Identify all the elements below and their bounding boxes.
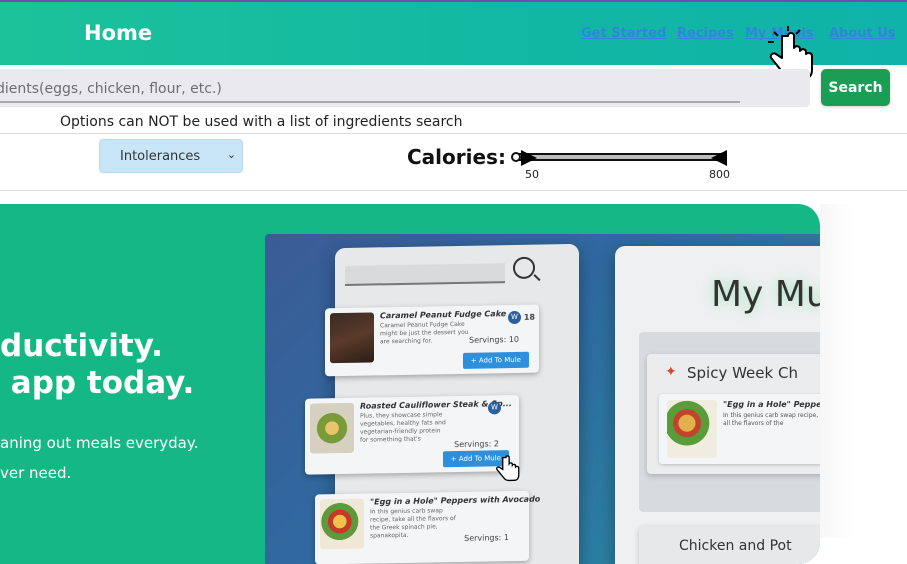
intolerances-select-value: Intolerances <box>120 149 201 164</box>
peppers-image <box>320 498 364 550</box>
card-servings: Servings: 10 <box>469 334 519 345</box>
ingredients-search-input[interactable] <box>0 77 740 103</box>
slider-track-end <box>511 152 521 162</box>
hand-pointer-icon <box>496 455 520 482</box>
cauliflower-image <box>310 402 354 454</box>
search-row: Search <box>0 67 907 111</box>
preview-meal-card-2: Chicken and Pot <box>639 526 820 564</box>
preview-meal-recipe-title: "Egg in a Hole" Peppers w <box>723 400 820 409</box>
chevron-down-icon: ⌄ <box>226 148 236 161</box>
card-desc: Plus, they showcase simple vegetables, h… <box>360 411 446 444</box>
nav-link-get-started[interactable]: Get Started <box>581 26 666 41</box>
card-desc: Caramel Peanut Fudge Cake might be just … <box>380 320 469 346</box>
nav-link-recipes[interactable]: Recipes <box>677 26 734 41</box>
nav-brand-home[interactable]: Home <box>84 21 152 45</box>
card-servings: Servings: 2 <box>454 439 499 450</box>
preview-recipe-card: Roasted Cauliflower Steak & Sp... Plus, … <box>305 394 519 475</box>
slider-track <box>515 153 725 161</box>
intolerances-select[interactable]: Intolerances ⌄ <box>99 139 243 173</box>
navbar: Home Get Started Recipes My Meals About … <box>0 2 907 80</box>
preview-recipe-card: Caramel Peanut Fudge Cake Caramel Peanut… <box>325 304 539 377</box>
brand-badge-icon: W <box>488 401 501 415</box>
preview-meal-list: ✦ Spicy Week Ch "Egg in a Hole" Peppers … <box>639 332 820 512</box>
preview-meal-card: ✦ Spicy Week Ch "Egg in a Hole" Peppers … <box>647 354 820 474</box>
calories-range-slider[interactable] <box>511 150 728 166</box>
search-icon <box>513 256 535 280</box>
search-box <box>0 69 810 107</box>
nav-link-about-us[interactable]: About Us <box>829 26 896 41</box>
chili-pepper-icon: ✦ <box>665 364 677 380</box>
cake-image <box>330 312 374 364</box>
card-count: 18 <box>523 312 535 322</box>
app-preview-image: Caramel Peanut Fudge Cake Caramel Peanut… <box>265 234 820 564</box>
preview-meal-recipe-desc: In this genius carb swap recipe, take al… <box>723 412 820 427</box>
card-title: "Egg in a Hole" Peppers with Avocado <box>370 494 541 507</box>
calories-min-value: 50 <box>525 168 539 181</box>
calories-label: Calories: <box>407 145 506 169</box>
preview-meal-card-2-title: Chicken and Pot <box>679 538 792 554</box>
hero-headline-line1: ductivity. <box>0 328 163 364</box>
preview-search-panel: Caramel Peanut Fudge Cake Caramel Peanut… <box>305 243 579 564</box>
hero-section: ductivity. app today. aning out meals ev… <box>0 204 820 564</box>
search-button[interactable]: Search <box>821 69 890 106</box>
hero-body-line2: ver need. <box>0 464 72 482</box>
preview-search-bar <box>345 263 505 286</box>
preview-meal-card-title: Spicy Week Ch <box>687 364 798 382</box>
preview-my-meals-panel: My Mul ✦ Spicy Week Ch "Egg in a Hole" P… <box>615 246 820 564</box>
hero-body-line1: aning out meals everyday. <box>0 434 199 452</box>
add-to-mule-button: + Add To Mule <box>462 351 529 369</box>
slider-max-handle[interactable] <box>711 150 727 166</box>
options-note: Options can NOT be used with a list of i… <box>60 114 463 130</box>
peppers-image <box>667 400 717 458</box>
brand-badge-icon: W <box>508 310 521 325</box>
preview-recipe-card: "Egg in a Hole" Peppers with Avocado In … <box>315 490 540 564</box>
card-title: Caramel Peanut Fudge Cake <box>380 309 507 321</box>
hero-headline: ductivity. app today. <box>0 328 194 402</box>
card-desc: In this genius carb swap recipe, take al… <box>370 507 456 540</box>
page-right-gutter <box>820 204 907 538</box>
preview-my-meals-title: My Mul <box>711 274 820 315</box>
hero-headline-line2: app today. <box>0 365 195 401</box>
preview-meal-recipe: "Egg in a Hole" Peppers w In this genius… <box>659 394 820 464</box>
calories-max-value: 800 <box>709 168 730 181</box>
hero-body: aning out meals everyday. ver need. <box>0 428 198 488</box>
slider-min-handle[interactable] <box>521 150 537 166</box>
